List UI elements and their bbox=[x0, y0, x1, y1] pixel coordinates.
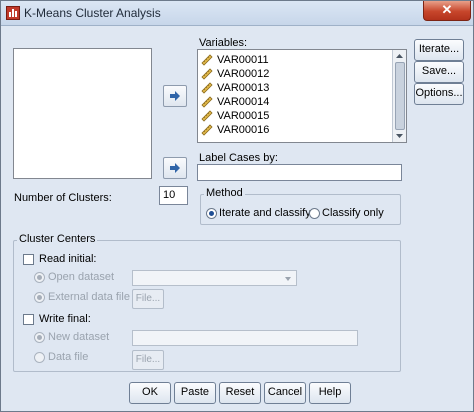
move-to-variables-button[interactable] bbox=[163, 85, 187, 107]
list-item[interactable]: VAR00015 bbox=[200, 109, 269, 123]
read-initial-checkbox[interactable] bbox=[23, 254, 34, 265]
ruler-icon bbox=[201, 96, 213, 108]
write-final-checkbox[interactable] bbox=[23, 314, 34, 325]
window-title: K-Means Cluster Analysis bbox=[24, 6, 161, 20]
open-dataset-dropdown[interactable] bbox=[132, 270, 297, 286]
close-icon: ✕ bbox=[441, 2, 453, 17]
external-file-button[interactable]: File... bbox=[132, 289, 164, 309]
variables-scrollbar[interactable] bbox=[392, 50, 406, 142]
new-dataset-radio[interactable] bbox=[34, 332, 45, 343]
arrow-right-icon bbox=[170, 163, 180, 173]
data-file-radio[interactable] bbox=[34, 352, 45, 363]
number-of-clusters-value: 10 bbox=[163, 189, 176, 201]
ruler-icon bbox=[201, 124, 213, 136]
external-data-file-radio[interactable] bbox=[34, 292, 45, 303]
variable-name: VAR00011 bbox=[217, 54, 269, 66]
scroll-up-icon[interactable] bbox=[393, 50, 406, 62]
open-dataset-label: Open dataset bbox=[48, 271, 115, 283]
cancel-button[interactable]: Cancel bbox=[264, 382, 306, 404]
iterate-and-classify-radio[interactable] bbox=[206, 208, 217, 219]
new-dataset-field[interactable] bbox=[132, 330, 358, 346]
source-variable-list[interactable] bbox=[13, 48, 152, 179]
close-button[interactable]: ✕ bbox=[423, 1, 471, 21]
options-button[interactable]: Options... bbox=[414, 83, 464, 105]
variables-label: Variables: bbox=[199, 37, 248, 49]
reset-button[interactable]: Reset bbox=[219, 382, 261, 404]
variable-name: VAR00015 bbox=[217, 110, 270, 122]
variable-name: VAR00013 bbox=[217, 82, 270, 94]
list-item[interactable]: VAR00012 bbox=[200, 67, 269, 81]
number-of-clusters-label: Number of Clusters: bbox=[14, 192, 112, 204]
data-file-label: Data file bbox=[48, 351, 89, 363]
scroll-down-icon[interactable] bbox=[393, 130, 406, 142]
label-cases-label: Label Cases by: bbox=[199, 152, 278, 164]
write-final-label[interactable]: Write final: bbox=[39, 313, 91, 325]
save-button[interactable]: Save... bbox=[414, 61, 464, 83]
label-cases-field[interactable] bbox=[197, 164, 402, 181]
open-dataset-radio[interactable] bbox=[34, 272, 45, 283]
ruler-icon bbox=[201, 68, 213, 80]
arrow-right-icon bbox=[170, 91, 180, 101]
variables-list[interactable]: VAR00011 VAR00012 VAR00013 VAR00014 VAR0… bbox=[197, 49, 407, 143]
help-button[interactable]: Help bbox=[309, 382, 351, 404]
ruler-icon bbox=[201, 110, 213, 122]
cluster-centers-legend: Cluster Centers bbox=[17, 233, 98, 245]
list-item[interactable]: VAR00013 bbox=[200, 81, 269, 95]
ruler-icon bbox=[201, 82, 213, 94]
variable-name: VAR00012 bbox=[217, 68, 270, 80]
scroll-thumb[interactable] bbox=[395, 62, 405, 130]
iterate-button[interactable]: Iterate... bbox=[414, 39, 464, 61]
ruler-icon bbox=[201, 54, 213, 66]
classify-only-radio[interactable] bbox=[309, 208, 320, 219]
paste-button[interactable]: Paste bbox=[174, 382, 216, 404]
method-legend: Method bbox=[204, 187, 245, 199]
variable-name: VAR00014 bbox=[217, 96, 270, 108]
variable-name: VAR00016 bbox=[217, 124, 270, 136]
external-data-file-label: External data file bbox=[48, 291, 130, 303]
app-icon bbox=[6, 6, 20, 20]
title-bar: K-Means Cluster Analysis ✕ bbox=[1, 1, 473, 26]
ok-button[interactable]: OK bbox=[129, 382, 171, 404]
iterate-and-classify-label[interactable]: Iterate and classify bbox=[219, 207, 311, 219]
number-of-clusters-input[interactable]: 10 bbox=[159, 186, 188, 205]
new-dataset-label: New dataset bbox=[48, 331, 110, 343]
chevron-down-icon bbox=[285, 277, 291, 281]
read-initial-label[interactable]: Read initial: bbox=[39, 253, 96, 265]
list-item[interactable]: VAR00014 bbox=[200, 95, 269, 109]
data-file-button[interactable]: File... bbox=[132, 350, 164, 370]
classify-only-label[interactable]: Classify only bbox=[322, 207, 384, 219]
move-to-label-cases-button[interactable] bbox=[163, 157, 187, 179]
list-item[interactable]: VAR00011 bbox=[200, 53, 269, 67]
list-item[interactable]: VAR00016 bbox=[200, 123, 269, 137]
dialog-window: K-Means Cluster Analysis ✕ Variables: VA… bbox=[0, 0, 474, 412]
